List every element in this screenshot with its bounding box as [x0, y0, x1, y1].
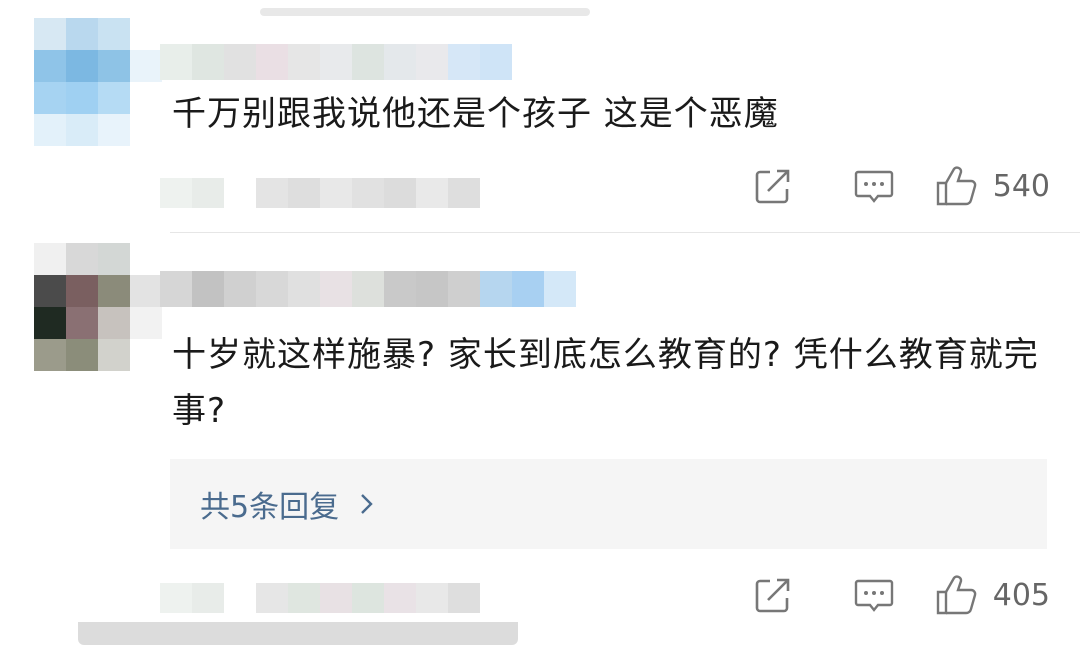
like-button[interactable]: 405 — [935, 573, 1050, 617]
reply-button[interactable] — [853, 575, 895, 615]
like-count: 540 — [992, 168, 1050, 204]
comment-item: 十岁就这样施暴? 家长到底怎么教育的? 凭什么教育就完事? 共5条回复 405 — [0, 233, 1080, 645]
replies-count-label: 共5条回复 — [200, 490, 340, 525]
comment-icon — [854, 579, 893, 612]
comment-item: 千万别跟我说他还是个孩子 这是个恶魔 540 — [0, 0, 1080, 232]
like-button[interactable]: 540 — [935, 164, 1050, 208]
chevron-right-icon — [361, 494, 373, 514]
like-count: 405 — [992, 577, 1050, 613]
share-icon — [755, 169, 790, 204]
avatar[interactable] — [34, 243, 162, 371]
comment-meta — [160, 178, 480, 208]
share-button[interactable] — [753, 166, 793, 206]
reply-button[interactable] — [853, 166, 895, 206]
comment-actions: 405 — [753, 573, 1050, 617]
comment-meta — [160, 583, 480, 613]
avatar[interactable] — [34, 18, 162, 146]
share-button[interactable] — [753, 575, 793, 615]
username[interactable] — [160, 44, 512, 80]
comment-text: 千万别跟我说他还是个孩子 这是个恶魔 — [172, 94, 779, 134]
bottom-edge-shadow — [78, 622, 518, 645]
comment-text: 十岁就这样施暴? 家长到底怎么教育的? 凭什么教育就完事? — [172, 335, 1039, 431]
view-replies-button[interactable]: 共5条回复 — [170, 459, 1047, 549]
comment-actions: 540 — [753, 164, 1050, 208]
thumbs-up-icon — [936, 575, 977, 615]
username[interactable] — [160, 271, 576, 307]
share-icon — [755, 578, 790, 613]
thumbs-up-icon — [936, 166, 977, 206]
comment-icon — [854, 170, 893, 203]
